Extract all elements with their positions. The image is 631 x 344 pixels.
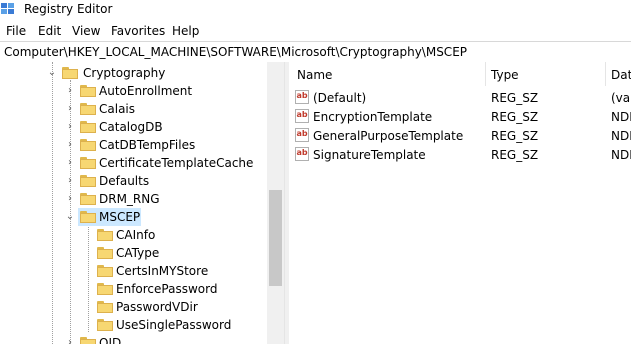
expand-icon[interactable]: › — [64, 192, 76, 206]
column-divider[interactable] — [605, 62, 606, 86]
folder-icon — [80, 175, 96, 187]
value-row-generalpurposetemplate[interactable]: ab GeneralPurposeTemplate REG_SZ NDE — [289, 126, 631, 145]
tree-item-label: OID — [99, 336, 122, 344]
folder-icon — [97, 301, 113, 313]
column-divider[interactable] — [485, 62, 486, 86]
folder-icon — [80, 193, 96, 205]
expand-icon[interactable]: › — [64, 120, 76, 134]
value-type: REG_SZ — [491, 110, 539, 124]
value-name: (Default) — [313, 91, 367, 105]
string-value-icon: ab — [295, 109, 309, 123]
tree-item-label: CertsInMYStore — [116, 264, 209, 278]
expand-icon[interactable]: › — [64, 336, 76, 344]
tree-item-label: Defaults — [99, 174, 150, 188]
folder-icon — [80, 157, 96, 169]
tree-item-label: UseSinglePassword — [116, 318, 232, 332]
column-header-name[interactable]: Name — [297, 67, 332, 83]
tree-item-label: DRM_RNG — [99, 192, 160, 206]
value-type: REG_SZ — [491, 129, 539, 143]
tree-item-label: Cryptography — [83, 66, 166, 80]
tree-item-mscep[interactable]: ⌄ MSCEP — [0, 208, 284, 226]
tree-item-label: AutoEnrollment — [99, 84, 193, 98]
string-value-icon: ab — [295, 128, 309, 142]
value-row-signaturetemplate[interactable]: ab SignatureTemplate REG_SZ NDE — [289, 145, 631, 164]
value-data: NDE — [611, 148, 631, 162]
tree-item-label: CatalogDB — [99, 120, 163, 134]
address-bar[interactable]: Computer\HKEY_LOCAL_MACHINE\SOFTWARE\Mic… — [0, 41, 631, 63]
expand-icon[interactable]: › — [64, 156, 76, 170]
tree-item-calais[interactable]: › Calais — [0, 100, 284, 118]
title-bar: Registry Editor — [0, 0, 631, 20]
value-type: REG_SZ — [491, 148, 539, 162]
expand-icon[interactable]: › — [64, 84, 76, 98]
tree-item-cainfo[interactable]: CAInfo — [0, 226, 284, 244]
folder-icon — [97, 247, 113, 259]
list-header: Name Type Data — [289, 62, 631, 86]
tree-item-catalogdb[interactable]: › CatalogDB — [0, 118, 284, 136]
expand-icon[interactable]: › — [64, 138, 76, 152]
tree-item-label: CatDBTempFiles — [99, 138, 196, 152]
folder-icon — [62, 67, 78, 79]
folder-icon — [97, 265, 113, 277]
value-data: (val — [611, 91, 631, 105]
menu-edit[interactable]: Edit — [38, 23, 61, 39]
tree-item-usesinglepassword[interactable]: UseSinglePassword — [0, 316, 284, 334]
folder-icon — [97, 229, 113, 241]
tree-item-autoenrollment[interactable]: › AutoEnrollment — [0, 82, 284, 100]
value-row-default[interactable]: ab (Default) REG_SZ (val — [289, 88, 631, 107]
folder-icon — [80, 103, 96, 115]
registry-editor-icon — [1, 3, 14, 14]
folder-icon — [80, 211, 96, 223]
tree-item-passwordvdir[interactable]: PasswordVDir — [0, 298, 284, 316]
tree-item-label: EnforcePassword — [116, 282, 218, 296]
folder-icon — [80, 337, 96, 344]
value-data: NDE — [611, 129, 631, 143]
folder-icon — [80, 139, 96, 151]
string-value-icon: ab — [295, 90, 309, 104]
collapse-icon[interactable]: ⌄ — [64, 210, 76, 224]
menu-file[interactable]: File — [6, 23, 26, 39]
collapse-icon[interactable]: ⌄ — [46, 66, 58, 80]
tree-item-label: PasswordVDir — [116, 300, 198, 314]
menu-bar: File Edit View Favorites Help — [0, 20, 631, 40]
column-header-data[interactable]: Data — [611, 67, 631, 83]
value-list[interactable]: Name Type Data ab (Default) REG_SZ (val … — [289, 62, 631, 344]
tree-item-certsinmystore[interactable]: CertsInMYStore — [0, 262, 284, 280]
tree-item-cryptography[interactable]: ⌄ Cryptography — [0, 64, 284, 82]
expand-icon[interactable]: › — [64, 102, 76, 116]
value-name: SignatureTemplate — [313, 148, 426, 162]
tree-item-catype[interactable]: CAType — [0, 244, 284, 262]
tree-item-defaults[interactable]: › Defaults — [0, 172, 284, 190]
tree-item-label: CAType — [116, 246, 160, 260]
tree-item-label: CertificateTemplateCache — [99, 156, 254, 170]
menu-help[interactable]: Help — [172, 23, 199, 39]
menu-favorites[interactable]: Favorites — [111, 23, 165, 39]
key-tree[interactable]: ⌄ Cryptography › AutoEnrollment › Calais… — [0, 62, 284, 344]
tree-item-oid[interactable]: › OID — [0, 334, 284, 344]
string-value-icon: ab — [295, 147, 309, 161]
folder-icon — [80, 121, 96, 133]
tree-item-catdbtempfiles[interactable]: › CatDBTempFiles — [0, 136, 284, 154]
folder-icon — [80, 85, 96, 97]
address-path[interactable]: Computer\HKEY_LOCAL_MACHINE\SOFTWARE\Mic… — [4, 44, 467, 60]
folder-icon — [97, 283, 113, 295]
tree-item-drm-rng[interactable]: › DRM_RNG — [0, 190, 284, 208]
value-data: NDE — [611, 110, 631, 124]
expand-icon[interactable]: › — [64, 174, 76, 188]
menu-view[interactable]: View — [72, 23, 100, 39]
value-row-encryptiontemplate[interactable]: ab EncryptionTemplate REG_SZ NDE — [289, 107, 631, 126]
column-header-type[interactable]: Type — [491, 67, 519, 83]
tree-scrollbar[interactable] — [267, 62, 284, 344]
value-name: GeneralPurposeTemplate — [313, 129, 464, 143]
tree-item-label: Calais — [99, 102, 136, 116]
value-name: EncryptionTemplate — [313, 110, 433, 124]
value-type: REG_SZ — [491, 91, 539, 105]
folder-icon — [97, 319, 113, 331]
tree-item-certificatetemplatecache[interactable]: › CertificateTemplateCache — [0, 154, 284, 172]
tree-item-label: MSCEP — [99, 210, 141, 224]
tree-item-label: CAInfo — [116, 228, 156, 242]
tree-item-enforcepassword[interactable]: EnforcePassword — [0, 280, 284, 298]
window-title: Registry Editor — [24, 2, 113, 16]
scroll-thumb[interactable] — [269, 190, 282, 286]
